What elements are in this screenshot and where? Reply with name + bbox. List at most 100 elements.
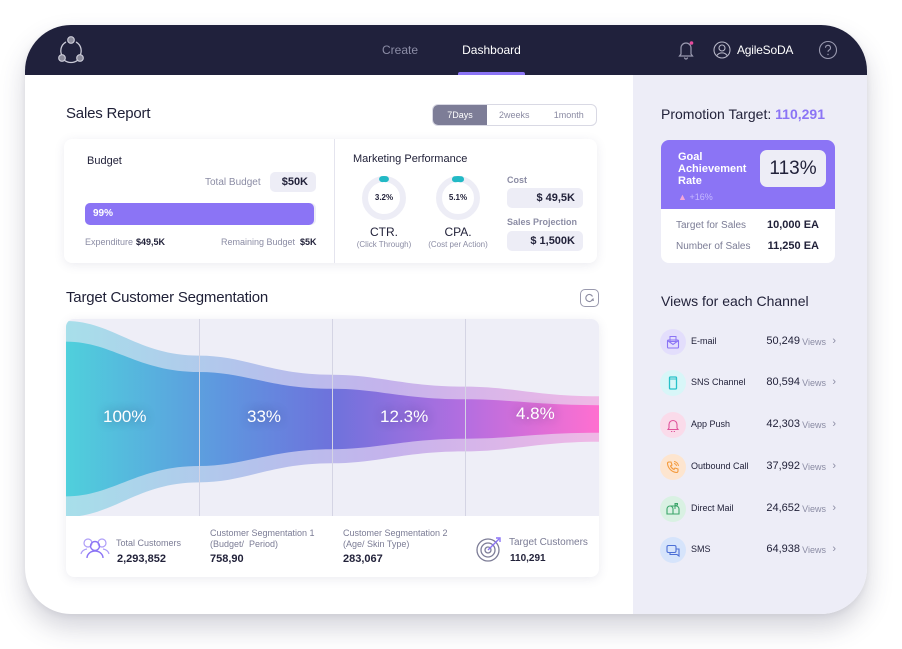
refresh-icon [585,293,594,303]
stage-label: Customer Segmentation 2 (Age/ Skin Type) [343,528,448,549]
segmentation-summary: Total Customers 2,293,852 Customer Segme… [66,516,599,577]
notification-bell-icon[interactable] [677,40,695,60]
views-suffix: Views [802,378,826,388]
goal-achievement-card: Goal Achievement Rate ▲ +16% 113% Target… [661,140,835,263]
promotion-target-label: Promotion Target: [661,106,772,122]
mailbox-icon [660,496,686,522]
ctr-subtitle: (Click Through) [356,240,412,249]
promotion-target-title: Promotion Target: 110,291 [661,106,825,122]
goal-header: Goal Achievement Rate ▲ +16% 113% [661,140,835,209]
ctr-name: CTR. [370,225,398,239]
chevron-right-icon[interactable]: › [832,543,836,555]
email-icon [660,329,686,355]
stage-2-percent: 33% [247,407,282,426]
users-group-icon [80,538,110,559]
channel-name: Outbound Call [691,461,749,471]
views-suffix: Views [802,420,826,430]
ctr-value: 3.2% [374,193,394,202]
bell-icon [660,412,686,438]
goal-delta-value: +16% [689,192,713,202]
views-suffix: Views [802,337,826,347]
total-budget-label: Total Budget [205,177,261,188]
nav-tab-create[interactable]: Create [375,25,425,75]
sales-projection-value: $ 1,500K [507,231,583,251]
period-2weeks[interactable]: 2weeks [487,105,542,125]
stage-label: Target Customers [509,537,588,548]
channel-views-count: 80,594 [766,376,800,388]
channel-row-e-mail[interactable]: E-mail 50,249 Views › [660,329,840,355]
sales-report-card: Budget Total Budget $50K 99% Expenditure… [64,139,597,263]
target-for-sales-label: Target for Sales [676,220,747,231]
budget-title: Budget [87,155,122,167]
target-for-sales-value: 10,000 EA [767,219,819,231]
total-budget-value: $50K [270,172,316,192]
chevron-right-icon[interactable]: › [832,335,836,347]
number-of-sales-value: 11,250 EA [767,240,819,252]
promotion-target-value: 110,291 [775,106,825,122]
cpa-value: 5.1% [448,193,468,202]
budget-progress-fill [85,203,314,225]
expenditure-value: $49,5K [136,237,166,247]
cost-value: $ 49,5K [507,188,583,208]
chevron-right-icon[interactable]: › [832,460,836,472]
stage-label: Customer Segmentation 1 (Budget/ Period) [210,528,315,549]
user-name: AgileSoDA [737,43,794,57]
stage-1-percent: 100% [103,407,147,426]
chat-icon [660,537,686,563]
stage-value: 283,067 [343,553,383,565]
channel-name: SNS Channel [691,377,746,387]
help-icon[interactable] [818,40,838,60]
cpa-subtitle: (Cost per Action) [428,240,488,249]
stage-value: 2,293,852 [117,553,166,565]
card-divider [334,139,335,263]
stage-summary-seg1: Customer Segmentation 1 (Budget/ Period)… [199,516,332,577]
marketing-performance-title: Marketing Performance [353,153,468,165]
chevron-right-icon[interactable]: › [832,502,836,514]
channel-row-app-push[interactable]: App Push 42,303 Views › [660,412,840,438]
stage-value: 110,291 [510,553,546,564]
channel-views-count: 64,938 [766,543,800,555]
channel-name: SMS [691,544,711,554]
channel-name: App Push [691,419,731,429]
sales-report-title: Sales Report [66,105,151,122]
stage-summary-total: Total Customers 2,293,852 [66,516,199,577]
stage-4-percent: 4.8% [516,404,555,423]
user-menu[interactable]: AgileSoDA [713,39,793,61]
sales-projection-label: Sales Projection [507,217,578,227]
channel-row-direct-mail[interactable]: Direct Mail 24,652 Views › [660,496,840,522]
stage-value: 758,90 [210,553,244,565]
budget-progress-bar: 99% [85,203,316,225]
active-tab-indicator [458,72,525,75]
stage-label: Total Customers [116,538,182,548]
period-selector: 7Days 2weeks 1month [432,104,597,126]
phone-icon [660,454,686,480]
chevron-right-icon[interactable]: › [832,418,836,430]
channel-name: E-mail [691,336,717,346]
views-suffix: Views [802,545,826,555]
goal-achievement-label: Goal Achievement Rate [678,151,747,187]
channel-views-count: 37,992 [766,460,800,472]
remaining-budget-label: Remaining Budget [221,237,296,247]
channel-row-sms[interactable]: SMS 64,938 Views › [660,537,840,563]
views-suffix: Views [802,462,826,472]
target-icon [476,537,501,562]
user-avatar-icon [713,41,731,59]
app-logo-icon[interactable] [53,33,89,65]
mobile-icon [660,370,686,396]
top-navigation-bar: Create Dashboard AgileSoDA [25,25,867,75]
nav-tab-dashboard[interactable]: Dashboard [458,25,525,75]
refresh-button[interactable] [580,289,599,307]
channel-row-outbound-call[interactable]: Outbound Call 37,992 Views › [660,454,840,480]
channels-title: Views for each Channel [661,293,809,309]
budget-progress-label: 99% [93,208,114,219]
remaining-budget-value: $5K [300,237,317,247]
chevron-right-icon[interactable]: › [832,376,836,388]
stage-summary-target: Target Customers 110,291 [465,516,599,577]
goal-rate-value: 113% [760,150,826,187]
channel-row-sns-channel[interactable]: SNS Channel 80,594 Views › [660,370,840,396]
channel-views-count: 50,249 [766,335,800,347]
period-7days[interactable]: 7Days [433,105,487,125]
period-1month[interactable]: 1month [542,105,597,125]
number-of-sales-label: Number of Sales [676,241,751,252]
segmentation-title: Target Customer Segmentation [66,289,269,306]
